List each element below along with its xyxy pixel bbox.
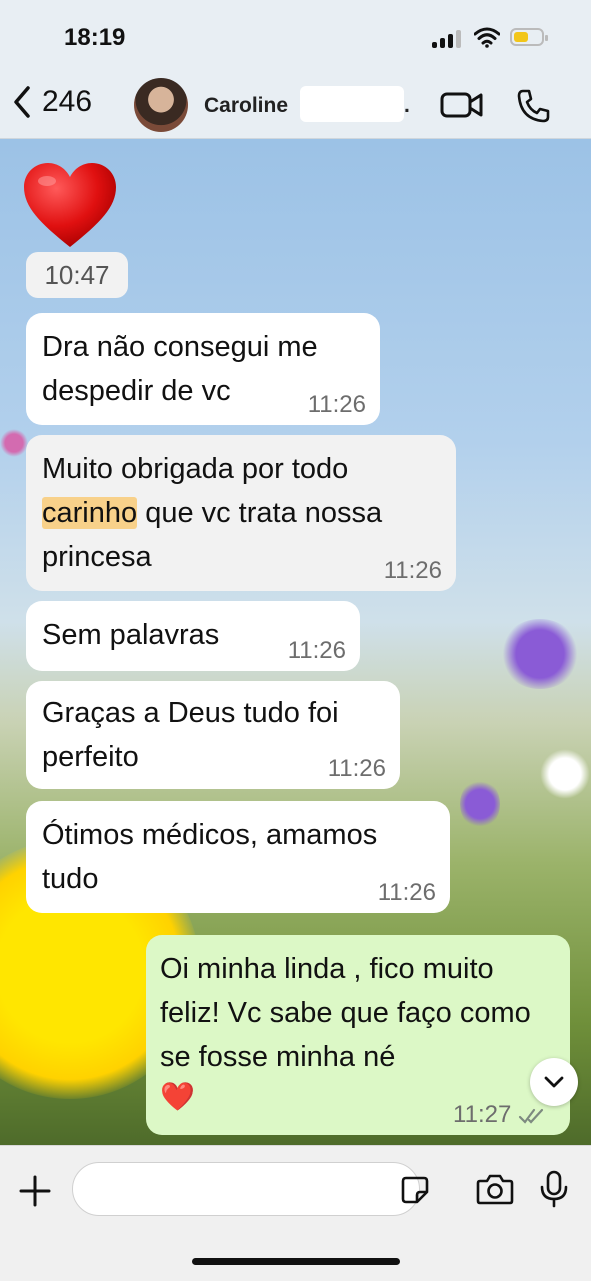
wallpaper-flower [540, 749, 590, 799]
contact-name[interactable]: Caroline [204, 94, 288, 118]
back-button[interactable]: 246 [10, 84, 92, 120]
chat-header: 246 Caroline . [0, 72, 591, 139]
message-bubble-incoming[interactable]: Muito obrigada por todo carinho que vc t… [26, 435, 456, 591]
video-call-icon[interactable] [440, 90, 484, 120]
wallpaper-flower [0, 429, 28, 457]
heart-emoji-message[interactable] [20, 161, 120, 249]
message-bubble-incoming[interactable]: Dra não consegui me despedir de vc 11:26 [26, 313, 380, 425]
message-time: 11:27 [453, 1103, 548, 1127]
avatar[interactable] [134, 78, 188, 132]
message-text-part: Muito obrigada por todo [42, 453, 349, 485]
chevron-down-icon [544, 1076, 564, 1088]
message-time: 11:26 [377, 879, 436, 906]
message-bubble-incoming[interactable]: Graças a Deus tudo foi perfeito 11:26 [26, 681, 400, 789]
chevron-left-icon [14, 86, 30, 118]
wifi-icon [474, 27, 500, 48]
highlighted-word: carinho [42, 497, 138, 529]
message-time-text: 11:27 [453, 1101, 512, 1128]
message-text: Oi minha linda , fico muito feliz! Vc sa… [160, 953, 531, 1073]
message-input[interactable] [72, 1162, 420, 1216]
wallpaper-flower [460, 779, 500, 829]
scroll-to-bottom-button[interactable] [530, 1058, 578, 1106]
plus-icon[interactable] [18, 1174, 52, 1208]
message-text: Ótimos médicos, amamos tudo [42, 819, 378, 895]
input-bar [0, 1145, 591, 1281]
message-time: 11:26 [287, 637, 346, 664]
message-bubble-incoming[interactable]: Sem palavras 11:26 [26, 601, 360, 671]
phone-call-icon[interactable] [515, 88, 551, 124]
status-bar: 18:19 [0, 0, 591, 72]
camera-icon[interactable] [476, 1172, 514, 1206]
sticker-icon[interactable] [400, 1175, 430, 1205]
message-bubble-incoming[interactable]: Ótimos médicos, amamos tudo 11:26 [26, 801, 450, 913]
home-indicator [192, 1258, 400, 1265]
message-text: Muito obrigada por todo carinho que vc t… [42, 447, 442, 579]
message-bubble-outgoing[interactable]: Oi minha linda , fico muito feliz! Vc sa… [146, 935, 570, 1135]
contact-name-suffix: . [404, 94, 410, 117]
message-time: 11:26 [383, 557, 442, 584]
signal-icon [432, 30, 466, 48]
chat-area[interactable]: 10:47 Dra não consegui me despedir de vc… [0, 139, 591, 1145]
redacted-name-block [300, 86, 404, 122]
message-time: 11:26 [307, 391, 366, 418]
battery-icon [510, 28, 548, 46]
status-time: 18:19 [64, 24, 126, 51]
message-time: 10:47 [26, 252, 128, 298]
read-receipt-icon [518, 1108, 544, 1124]
unread-count: 246 [42, 85, 93, 118]
wallpaper-flower [500, 619, 580, 689]
microphone-icon[interactable] [539, 1170, 569, 1208]
message-text: Sem palavras [42, 619, 220, 651]
message-time: 11:26 [327, 755, 386, 782]
